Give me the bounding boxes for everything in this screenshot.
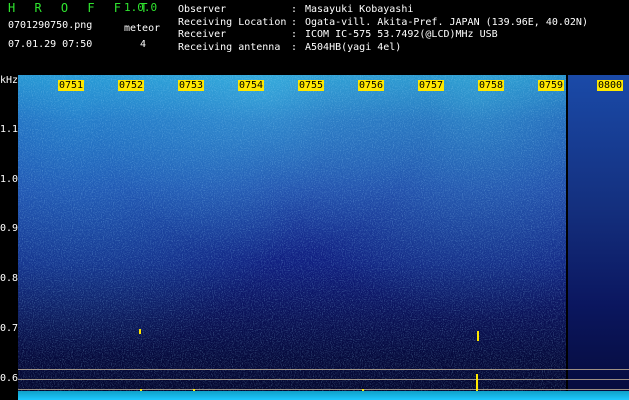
y-tick-label: 1.0 [0, 174, 19, 185]
info-sep: : [291, 29, 298, 40]
info-row-receiver: Receiver: ICOM IC-575 53.7492(@LCD)MHz US… [178, 29, 588, 42]
station-info: Observer: Masayuki Kobayashi Receiving Lo… [178, 4, 588, 54]
time-label: 0800 [597, 80, 624, 91]
y-tick-label: 1.1 [0, 124, 19, 135]
time-label: 0757 [418, 80, 445, 91]
time-label: 0751 [58, 80, 85, 91]
info-key: Receiving Location [178, 16, 287, 28]
time-label: 0756 [358, 80, 385, 91]
info-value: A504HB(yagi 4el) [305, 41, 402, 53]
file-name: 0701290750.png [8, 20, 93, 31]
signal-level-trace [18, 391, 629, 400]
time-label: 0755 [298, 80, 325, 91]
time-label: 0752 [118, 80, 145, 91]
y-tick-label: 0.7 [0, 323, 19, 334]
info-row-observer: Observer: Masayuki Kobayashi [178, 4, 588, 17]
info-value: Ogata-vill. Akita-Pref. JAPAN (139.96E, … [305, 16, 588, 28]
meteor-label: meteor [124, 23, 161, 34]
meteor-echo [477, 331, 479, 341]
time-label: 0754 [238, 80, 265, 91]
info-sep: : [291, 16, 298, 28]
app-version: 1.0.0 [124, 1, 158, 14]
info-value: ICOM IC-575 53.7492(@LCD)MHz USB [305, 29, 498, 40]
header-panel: H R O F F T 1.0.0 0701290750.png 07.01.2… [0, 0, 629, 75]
info-row-antenna: Receiving antenna: A504HB(yagi 4el) [178, 42, 588, 55]
spectrogram-noise [18, 75, 629, 400]
info-sep: : [291, 41, 298, 53]
spectrogram-tail [568, 75, 629, 400]
info-key: Observer [178, 4, 227, 15]
y-tick-label: 0.9 [0, 223, 19, 234]
meteor-count: 4 [140, 39, 147, 50]
meteor-echo [139, 329, 141, 334]
info-key: Receiving antenna [178, 41, 281, 53]
time-label: 0753 [178, 80, 205, 91]
spectrogram-panel [18, 75, 629, 400]
y-tick-label: 0.6 [0, 373, 19, 384]
info-sep: : [291, 4, 298, 15]
info-value: Masayuki Kobayashi [305, 4, 414, 15]
time-label: 0758 [478, 80, 505, 91]
reference-line [18, 379, 629, 380]
info-key: Receiver [178, 29, 227, 40]
reference-line [18, 389, 629, 390]
reference-line [18, 369, 629, 370]
date-time: 07.01.29 07:50 [8, 39, 93, 50]
time-label: 0759 [538, 80, 565, 91]
info-row-location: Receiving Location: Ogata-vill. Akita-Pre… [178, 17, 588, 30]
y-tick-label: 0.8 [0, 273, 19, 284]
y-axis-unit: kHz [0, 75, 19, 86]
